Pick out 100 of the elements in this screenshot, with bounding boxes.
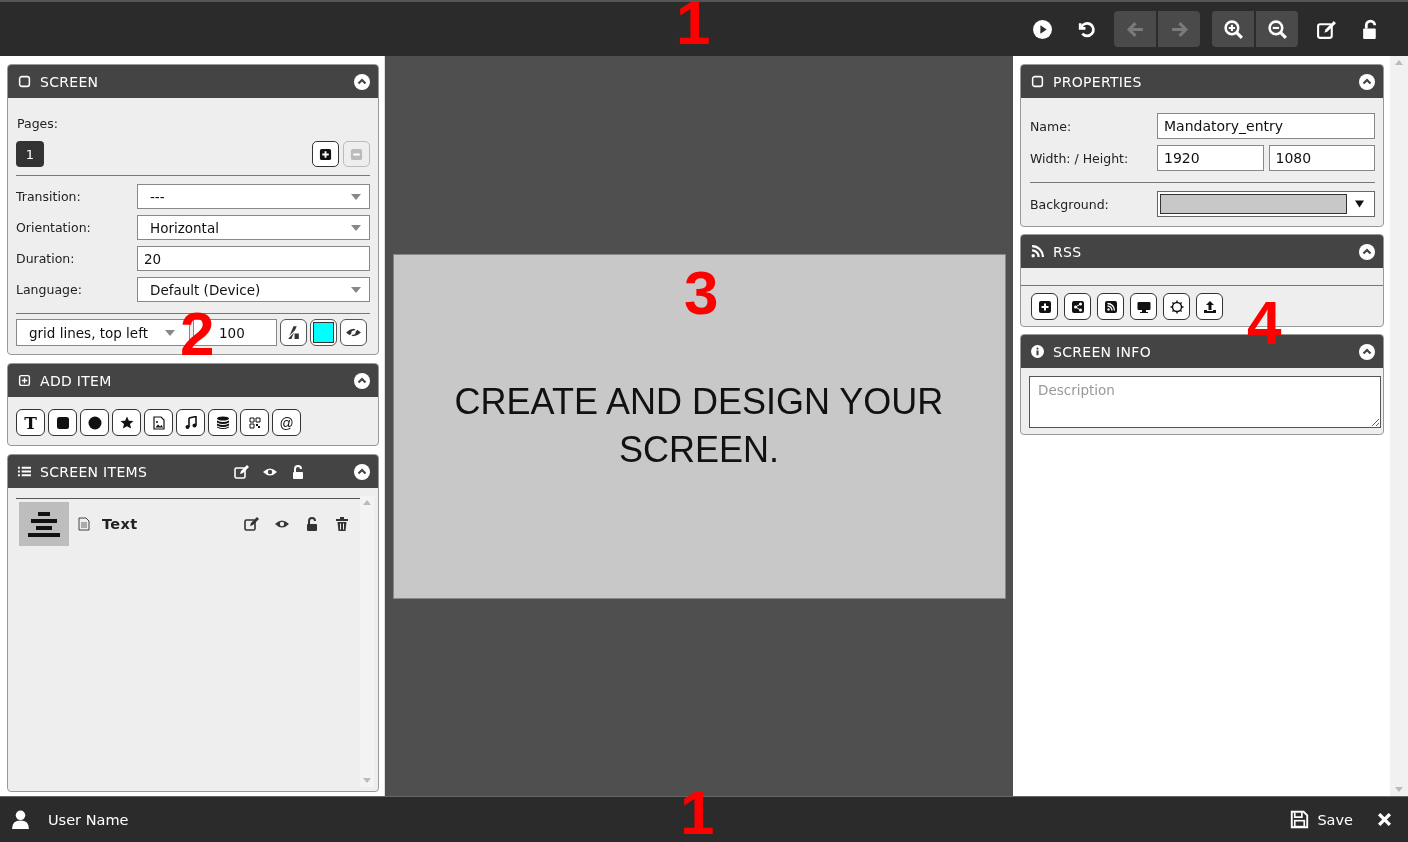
dropdown-value: Horizontal xyxy=(150,219,220,236)
field-label: Background: xyxy=(1030,196,1110,212)
background-color-picker[interactable] xyxy=(1157,191,1375,217)
panel-title: SCREEN ITEMS xyxy=(40,463,149,480)
annotation-number: 1 xyxy=(676,0,711,54)
collapse-icon[interactable] xyxy=(1359,73,1375,90)
add-rectangle-button[interactable] xyxy=(48,409,77,436)
screen-item[interactable]: Text xyxy=(16,502,360,546)
dropdown[interactable]: Horizontal xyxy=(137,215,370,240)
add-page-button[interactable] xyxy=(312,141,339,167)
info-icon xyxy=(1031,345,1044,358)
zoom-out-icon xyxy=(1266,18,1288,40)
add-image-button[interactable] xyxy=(144,409,173,436)
zoom-in-icon xyxy=(1222,18,1244,40)
panel-title: RSS xyxy=(1053,243,1083,260)
document-icon xyxy=(78,517,90,531)
settings-icon xyxy=(1169,299,1184,314)
square-icon xyxy=(55,415,70,430)
square-icon xyxy=(18,75,31,88)
input-field[interactable]: 20 xyxy=(137,246,370,271)
plus-square-icon xyxy=(18,374,31,387)
settings-button[interactable] xyxy=(1163,293,1190,320)
width-field[interactable]: 1920 xyxy=(1157,145,1264,171)
circle-icon xyxy=(87,415,102,430)
field-label: Orientation: xyxy=(16,220,92,235)
rss-icon xyxy=(1103,299,1118,314)
field-label: Language: xyxy=(16,282,83,297)
caret-icon xyxy=(351,286,361,293)
collapse-icon[interactable] xyxy=(1359,243,1375,260)
qr-code-icon xyxy=(247,415,262,430)
square-icon xyxy=(1031,75,1044,88)
caret-icon xyxy=(1355,200,1364,208)
add-circle-button[interactable] xyxy=(80,409,109,436)
edit-icon[interactable] xyxy=(234,463,250,480)
crossed-ruler-icon xyxy=(285,324,302,341)
field-label: Width: / Height: xyxy=(1030,150,1130,166)
monitor-button[interactable] xyxy=(1130,293,1157,320)
item-name: Text xyxy=(102,516,139,532)
save-button[interactable]: Save xyxy=(1286,806,1357,833)
collapse-icon[interactable] xyxy=(354,372,370,389)
annotation-number: 1 xyxy=(680,782,715,842)
text-align-thumbnail xyxy=(19,502,69,546)
music-note-icon xyxy=(183,415,198,430)
visibility-button[interactable] xyxy=(340,319,367,346)
panel-title: SCREEN INFO xyxy=(1053,343,1152,360)
play-icon xyxy=(1031,18,1053,40)
caret-icon xyxy=(165,329,175,336)
monitor-icon xyxy=(1136,299,1151,314)
canvas-text: CREATE AND DESIGN YOUR SCREEN. xyxy=(453,380,945,472)
star-icon xyxy=(119,415,134,430)
dropdown[interactable]: --- xyxy=(137,184,370,209)
field-label: Name: xyxy=(1030,118,1073,134)
name-field[interactable]: Mandatory_entry xyxy=(1157,113,1375,139)
height-field[interactable]: 1080 xyxy=(1268,145,1375,171)
add-feed-button[interactable] xyxy=(1031,293,1058,320)
user-name: User Name xyxy=(48,811,129,828)
zoom-out-button[interactable] xyxy=(1256,11,1298,47)
user-icon xyxy=(12,810,29,829)
plus-icon xyxy=(319,147,332,161)
upload-icon xyxy=(1202,299,1217,314)
add-audio-button[interactable] xyxy=(176,409,205,436)
add-star-button[interactable] xyxy=(112,409,141,436)
caret-icon xyxy=(351,193,361,200)
dropdown-value: --- xyxy=(150,188,166,205)
close-icon[interactable] xyxy=(1377,812,1392,827)
add-text-button[interactable]: T xyxy=(16,409,45,436)
collapse-icon[interactable] xyxy=(1359,343,1375,360)
dropdown-value: Default (Device) xyxy=(150,281,262,298)
snap-button[interactable] xyxy=(280,319,307,346)
trash-icon[interactable] xyxy=(334,516,350,532)
caret-icon xyxy=(351,224,361,231)
field-label: Duration: xyxy=(16,251,76,266)
page-tab[interactable]: 1 xyxy=(16,141,44,167)
panel-title: SCREEN xyxy=(40,73,100,90)
dropdown[interactable]: Default (Device) xyxy=(137,277,370,302)
share-button[interactable] xyxy=(1064,293,1091,320)
panel-title: PROPERTIES xyxy=(1053,73,1143,90)
pages-label: Pages: xyxy=(17,116,59,131)
collapse-icon[interactable] xyxy=(354,463,370,480)
panel-title: ADD ITEM xyxy=(40,372,113,389)
save-icon xyxy=(1290,810,1310,829)
rss-icon xyxy=(1031,245,1044,258)
database-icon xyxy=(215,415,230,430)
dropdown-value: grid lines, top left xyxy=(29,324,149,341)
collapse-icon[interactable] xyxy=(354,73,370,90)
add-qr-code-button[interactable] xyxy=(240,409,269,436)
unlock-icon[interactable] xyxy=(304,516,320,532)
annotation-number: 3 xyxy=(684,262,719,324)
add-database-button[interactable] xyxy=(208,409,237,436)
share-icon xyxy=(1070,299,1085,314)
zoom-in-button[interactable] xyxy=(1212,11,1254,47)
edit-icon[interactable] xyxy=(244,516,260,532)
add-email-button[interactable]: @ xyxy=(272,409,301,436)
description-field[interactable]: Description xyxy=(1029,376,1381,428)
rss-feed-button[interactable] xyxy=(1097,293,1124,320)
image-file-icon xyxy=(151,415,166,430)
upload-button[interactable] xyxy=(1196,293,1223,320)
edit-icon xyxy=(1315,18,1337,40)
unlock-icon[interactable] xyxy=(290,463,306,480)
field-label: Transition: xyxy=(16,189,82,204)
